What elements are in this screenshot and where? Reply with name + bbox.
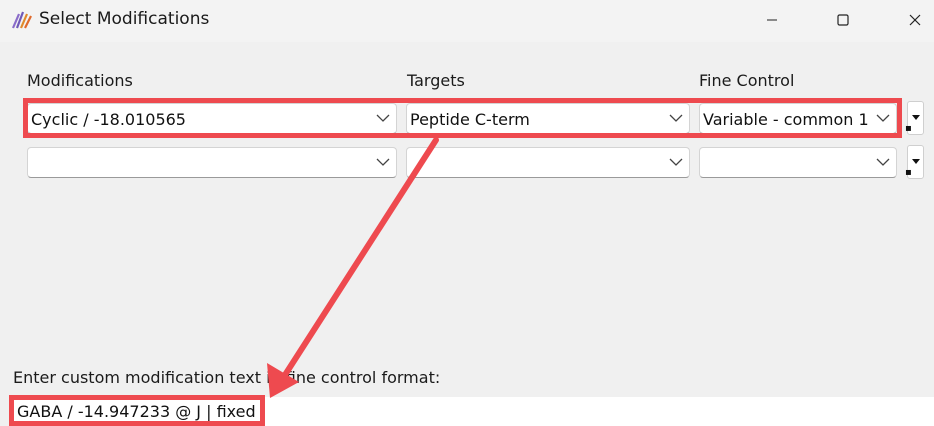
maximize-button[interactable] [821,0,865,40]
dot-icon: ▪ [905,123,912,134]
triangle-down-icon [912,115,920,120]
custom-modification-input[interactable]: GABA / -14.947233 @ J | fixed [11,397,934,426]
chevron-down-icon [376,158,390,166]
close-button[interactable] [893,0,934,40]
annotation-arrow-icon [267,137,439,398]
triangle-down-icon [912,159,920,164]
maximize-icon [837,14,849,26]
chevron-down-icon [876,114,890,122]
minimize-button[interactable] [750,0,794,40]
chevron-down-icon [376,114,390,122]
window-title: Select Modifications [39,9,210,29]
custom-modification-value: GABA / -14.947233 @ J | fixed [17,402,256,421]
fine-control-value: Variable - common 1 [703,110,869,129]
target-value: Peptide C-term [410,110,530,129]
modification-select-row1[interactable]: Cyclic / -18.010565 [27,103,397,134]
chevron-down-icon [669,114,683,122]
fine-control-select-row2[interactable] [699,147,897,178]
custom-modification-label: Enter custom modification text in fine c… [13,368,441,387]
row2-options-dropdown[interactable]: ▪ [905,145,924,179]
minimize-icon [767,19,777,21]
fine-control-select-row1[interactable]: Variable - common 1 [699,103,897,134]
chevron-down-icon [669,158,683,166]
modification-select-row2[interactable] [27,147,397,178]
title-bar: Select Modifications [0,0,934,42]
targets-header: Targets [407,71,465,90]
modification-value: Cyclic / -18.010565 [31,110,186,129]
modifications-header: Modifications [27,71,133,90]
app-logo-icon [11,11,32,29]
target-select-row1[interactable]: Peptide C-term [406,103,690,134]
row1-options-dropdown[interactable]: ▪ [905,101,924,135]
close-icon [909,14,921,26]
fine-control-header: Fine Control [699,71,795,90]
target-select-row2[interactable] [406,147,690,178]
dot-icon: ▪ [905,167,912,178]
chevron-down-icon [876,158,890,166]
